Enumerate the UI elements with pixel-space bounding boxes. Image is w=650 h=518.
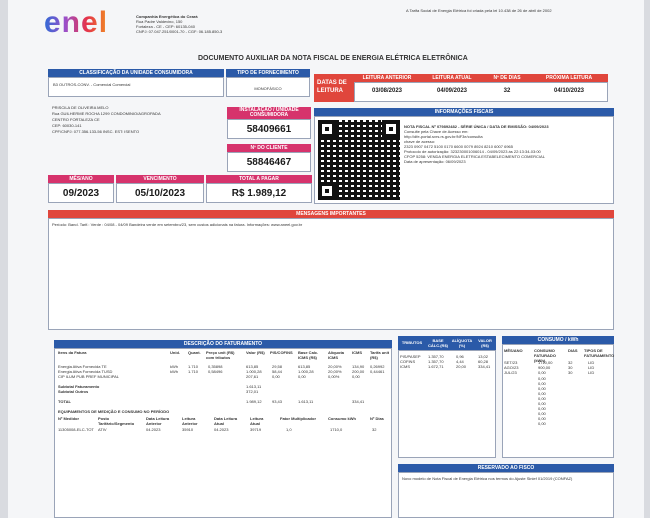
mes-ano-label: MÊS/ANO — [48, 175, 114, 183]
tarifa-social-note: A Tarifa Social de Energia Elétrica foi … — [406, 8, 552, 13]
tributos-label: TRIBUTOS — [398, 336, 426, 350]
tributos-base-label: BASE CÁLC.(R$) — [426, 336, 450, 350]
leitura-atual-label: LEITURA ATUAL — [420, 74, 484, 82]
reservado-label: RESERVADO AO FISCO — [398, 464, 614, 472]
instalacao-label: INSTALAÇÃO / UNIDADE CONSUMIDORA — [227, 107, 311, 119]
classificacao-label: CLASSIFICAÇÃO DA UNIDADE CONSUMIDORA — [48, 69, 224, 77]
company-info: Companhia Energética do Ceará Rua Padre … — [136, 14, 223, 34]
info-fiscais-label: INFORMAÇÕES FISCAIS — [314, 108, 614, 116]
instalacao-value: 58409661 — [227, 119, 311, 139]
leitura-atual-value: 04/09/2023 — [436, 88, 468, 94]
leitura-anterior-label: LEITURA ANTERIOR — [354, 74, 420, 82]
info-fiscais-text: NOTA FISCAL Nº 079892482 - SÉRIE ÚNICA /… — [404, 124, 549, 164]
qr-code-image — [318, 120, 400, 200]
vencimento-label: VENCIMENTO — [116, 175, 204, 183]
reservado-text: Novo modelo de Nota Fiscal de Energia El… — [402, 476, 573, 481]
nr-cliente-value: 58846467 — [227, 152, 311, 172]
equipamentos-label: EQUIPAMENTOS DE MEDIÇÃO E CONSUMO NO PER… — [58, 409, 170, 414]
mensagens-label: MENSAGENS IMPORTANTES — [48, 210, 614, 218]
leitura-title: DATAS DE LEITURA — [314, 74, 354, 102]
nr-dias-label: Nº DE DIAS — [484, 74, 530, 82]
mensagens-box — [48, 218, 614, 330]
total-pagar-value: R$ 1.989,12 — [206, 183, 312, 203]
tipo-fornecimento-label: TIPO DE FORNECIMENTO — [226, 69, 310, 77]
cliente-info: PRISCILA DE OLIVEIRA MELO Rua GUILHERME … — [52, 105, 161, 134]
mensagens-text: Período: Band. Tarif.: Verde : 04/08 - 0… — [52, 222, 303, 227]
doc-title: DOCUMENTO AUXILIAR DA NOTA FISCAL DE ENE… — [198, 55, 468, 62]
enel-logo: enel — [44, 6, 109, 39]
tipo-fornecimento-value: MONOFÁSICO — [226, 77, 310, 97]
invoice-sheet: enel Companhia Energética do Ceará Rua P… — [8, 0, 644, 518]
nr-dias-value: 32 — [503, 88, 511, 94]
consumo-label: CONSUMO / kWh — [502, 336, 614, 344]
nr-cliente-label: Nº DO CLIENTE — [227, 144, 311, 152]
faturamento-label: DESCRIÇÃO DO FATURAMENTO — [54, 340, 392, 348]
vencimento-value: 05/10/2023 — [116, 183, 204, 203]
proxima-leitura-label: PRÓXIMA LEITURA — [530, 74, 608, 82]
tributos-aliquota-label: ALÍQUOTA (%) — [450, 336, 474, 350]
classificacao-value: B3 OUTROS-CONV. - Comercial Comercial — [48, 77, 224, 97]
mes-ano-value: 09/2023 — [48, 183, 114, 203]
consumo-history: 0,00 0,00 0,00 0,00 0,00 0,00 0,00 0,00 … — [538, 376, 546, 426]
tributos-valor-label: VALOR (R$) — [474, 336, 496, 350]
proxima-leitura-value: 04/10/2023 — [553, 88, 585, 94]
leitura-anterior-value: 03/08/2023 — [371, 88, 403, 94]
total-pagar-label: TOTAL A PAGAR — [206, 175, 312, 183]
